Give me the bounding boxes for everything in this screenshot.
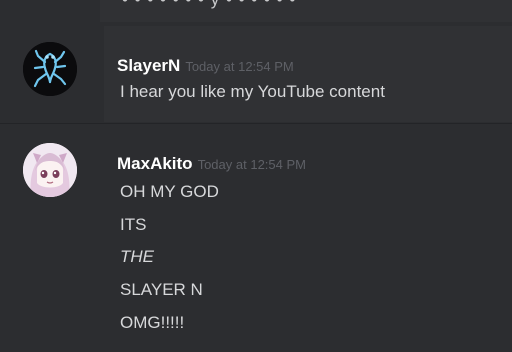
avatar-maxakito[interactable] bbox=[23, 143, 77, 197]
message-timestamp: Today at 12:54 PM bbox=[185, 59, 294, 74]
previous-message-text: • • • • • • • y • • • • • • bbox=[122, 0, 296, 10]
message-text: OH MY GOD bbox=[120, 182, 219, 201]
message-group-maxakito: MaxAkito Today at 12:54 PM OH MY GOD ITS … bbox=[0, 124, 512, 352]
message-timestamp: Today at 12:54 PM bbox=[197, 157, 306, 172]
frog-icon bbox=[23, 42, 77, 96]
chat-panel: • • • • • • • y • • • • • • bbox=[0, 0, 512, 352]
message-text: SLAYER N bbox=[120, 280, 203, 299]
message-text: I hear you like my YouTube content bbox=[120, 82, 385, 101]
message-text: ITS bbox=[120, 215, 147, 234]
username-label[interactable]: MaxAkito bbox=[117, 154, 193, 173]
username-maxakito[interactable]: MaxAkito Today at 12:54 PM bbox=[117, 154, 306, 174]
message-text: THE bbox=[120, 247, 154, 266]
username-slayern[interactable]: SlayerN Today at 12:54 PM bbox=[117, 56, 294, 76]
avatar-slayern[interactable] bbox=[23, 42, 77, 96]
message-text: OMG!!!!! bbox=[120, 313, 185, 332]
username-label[interactable]: SlayerN bbox=[117, 56, 180, 75]
message-group-slayern: SlayerN Today at 12:54 PM I hear you like… bbox=[0, 26, 512, 122]
anime-girl-icon bbox=[23, 143, 77, 197]
